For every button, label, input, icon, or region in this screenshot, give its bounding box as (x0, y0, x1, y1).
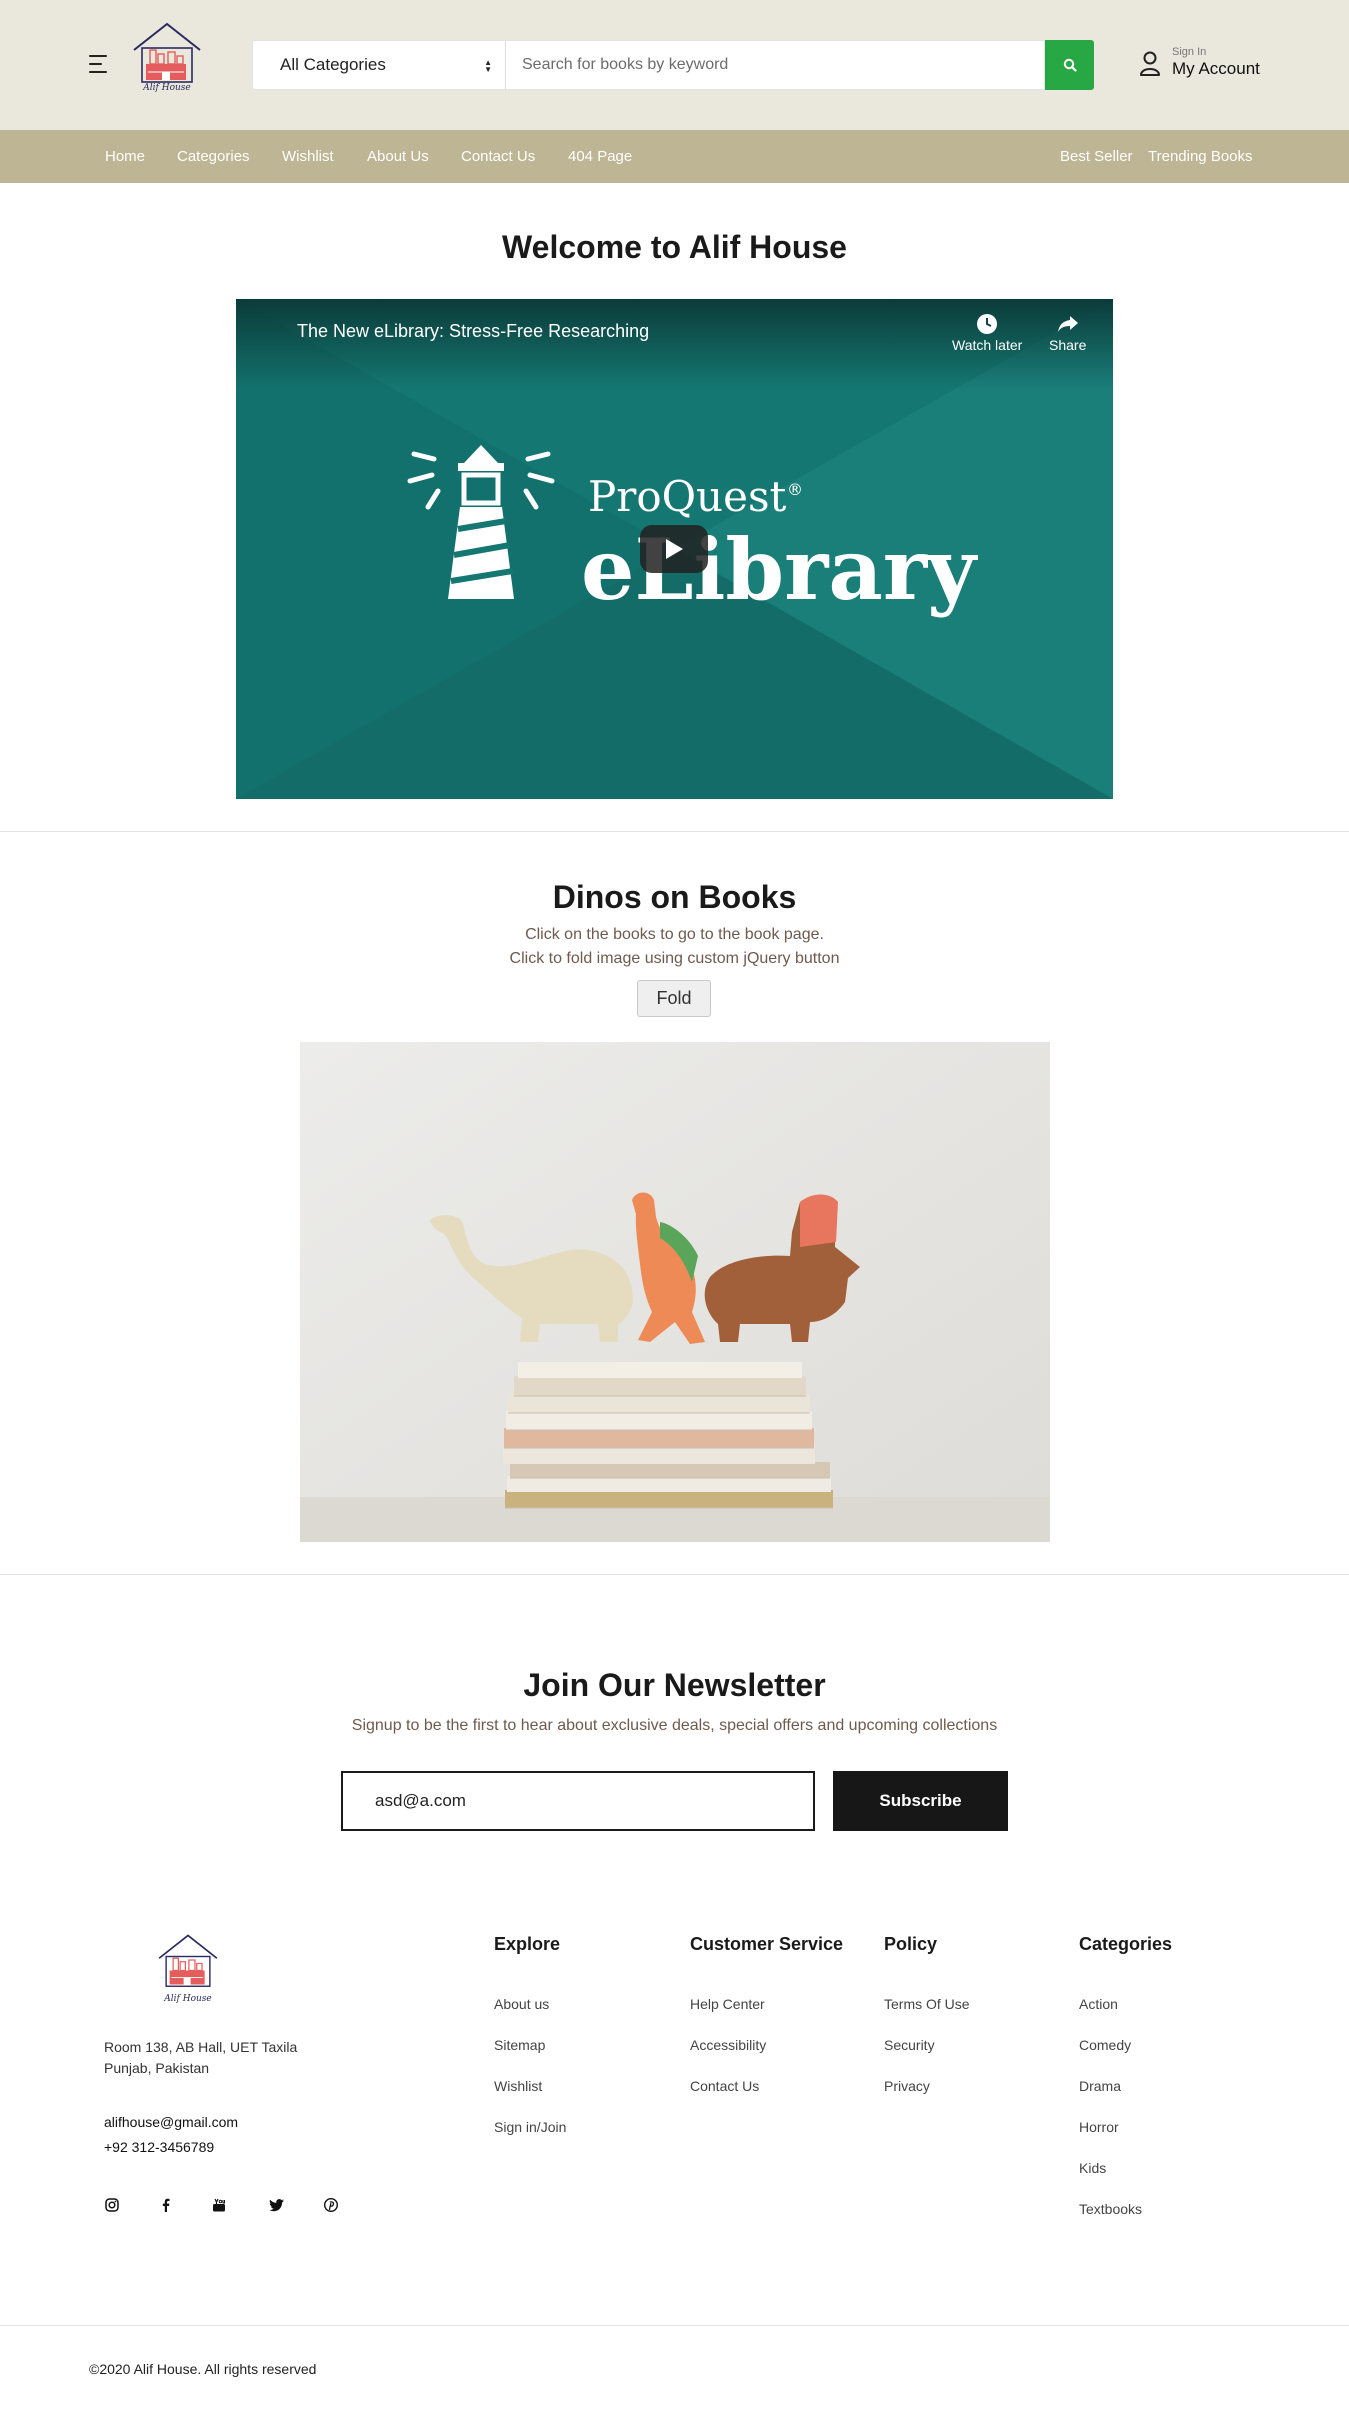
footer-phone[interactable]: +92 312-3456789 (104, 2139, 214, 2155)
nav-404-page[interactable]: 404 Page (568, 148, 632, 165)
copyright-text: ©2020 Alif House. All rights reserved (89, 2361, 317, 2377)
footer-link-wishlist[interactable]: Wishlist (494, 2078, 542, 2094)
footer-email[interactable]: alifhouse@gmail.com (104, 2114, 238, 2130)
footer-link-sitemap[interactable]: Sitemap (494, 2037, 545, 2053)
category-select-value: All Categories (280, 55, 386, 74)
footer-link-help-center[interactable]: Help Center (690, 1996, 765, 2012)
footer-link-accessibility[interactable]: Accessibility (690, 2037, 766, 2053)
nav-wishlist[interactable]: Wishlist (282, 148, 334, 165)
footer-link-drama[interactable]: Drama (1079, 2078, 1121, 2094)
brand-proquest-text: ProQuest (588, 472, 787, 521)
footer-link-textbooks[interactable]: Textbooks (1079, 2201, 1142, 2217)
svg-text:®: ® (787, 480, 803, 499)
sign-in-label: Sign In (1172, 46, 1207, 58)
nav-about-us[interactable]: About Us (367, 148, 429, 165)
user-icon (1140, 51, 1160, 76)
footer-link-action[interactable]: Action (1079, 1996, 1118, 2012)
nav-trending-books[interactable]: Trending Books (1148, 148, 1253, 165)
facebook-icon[interactable] (157, 2196, 175, 2214)
share-button[interactable]: Share (1049, 311, 1086, 353)
select-arrows-icon: ▲ ▼ (484, 58, 492, 74)
play-icon (666, 539, 683, 559)
my-account-label: My Account (1172, 59, 1260, 78)
welcome-title: Welcome to Alif House (502, 229, 847, 265)
footer-link-kids[interactable]: Kids (1079, 2160, 1106, 2176)
search-button[interactable] (1045, 40, 1094, 90)
nav-categories[interactable]: Categories (177, 148, 250, 165)
top-header: Alif House All Categories ▲▼ Sign In My … (0, 0, 1349, 130)
footer-link-privacy[interactable]: Privacy (884, 2078, 930, 2094)
search-icon (1063, 58, 1077, 72)
youtube-icon[interactable] (210, 2196, 228, 2214)
footer-link-security[interactable]: Security (884, 2037, 935, 2053)
footer-col-policy-title: Policy (884, 1934, 938, 1954)
footer-col-customer-service-title: Customer Service (690, 1934, 844, 1954)
address-line-2: Punjab, Pakistan (104, 2060, 210, 2076)
footer-logo-text: Alif House (164, 1994, 212, 2004)
footer-col-categories-title: Categories (1079, 1934, 1173, 1954)
instagram-icon[interactable] (103, 2196, 121, 2214)
footer-col-explore-title: Explore (494, 1934, 561, 1954)
dinos-on-books-image[interactable] (300, 1042, 1050, 1542)
section-divider (0, 831, 1349, 832)
pinterest-icon[interactable] (322, 2196, 340, 2214)
menu-toggle-icon[interactable] (89, 55, 111, 77)
video-embed[interactable]: ProQuest ® eLibrary The New eLibrary: St… (236, 299, 1113, 799)
account-text: Sign In My Account (1172, 46, 1260, 79)
nav-home[interactable]: Home (105, 148, 145, 165)
fold-button[interactable]: Fold (637, 980, 711, 1017)
share-icon (1057, 316, 1078, 332)
footer-link-terms[interactable]: Terms Of Use (884, 1996, 970, 2012)
dinos-line-2: Click to fold image using custom jQuery … (509, 950, 840, 967)
main-nav: Home Categories Wishlist About Us Contac… (0, 130, 1349, 183)
footer-link-contact-us[interactable]: Contact Us (690, 2078, 759, 2094)
footer-address: Room 138, AB Hall, UET Taxila Punjab, Pa… (104, 2037, 297, 2079)
footer-link-horror[interactable]: Horror (1079, 2119, 1119, 2135)
address-line-1: Room 138, AB Hall, UET Taxila (104, 2039, 298, 2055)
dinos-line-1: Click on the books to go to the book pag… (525, 926, 824, 943)
watch-later-button[interactable]: Watch later (952, 311, 1022, 353)
share-label: Share (1049, 337, 1087, 353)
footer-logo[interactable]: Alif House (153, 1932, 223, 2007)
logo-text: Alif House (143, 83, 191, 93)
site-logo[interactable]: Alif House (128, 20, 206, 100)
search-input[interactable] (505, 40, 1045, 90)
newsletter-email-input[interactable] (341, 1771, 815, 1831)
play-button[interactable] (640, 525, 708, 573)
watch-later-label: Watch later (952, 337, 1023, 353)
category-select[interactable]: All Categories ▲ ▼ (252, 40, 506, 90)
section-divider (0, 1574, 1349, 1575)
subscribe-button[interactable]: Subscribe (833, 1771, 1008, 1831)
dinos-title: Dinos on Books (552, 879, 797, 915)
newsletter-title: Join Our Newsletter (523, 1667, 826, 1703)
footer-link-sign-in[interactable]: Sign in/Join (494, 2119, 566, 2135)
footer-link-about-us[interactable]: About us (494, 1996, 549, 2012)
twitter-icon[interactable] (267, 2196, 285, 2214)
footer-link-comedy[interactable]: Comedy (1079, 2037, 1131, 2053)
footer-divider (0, 2325, 1349, 2326)
nav-best-seller[interactable]: Best Seller (1060, 148, 1133, 165)
video-title[interactable]: The New eLibrary: Stress-Free Researchin… (297, 321, 649, 342)
newsletter-subtitle: Signup to be the first to hear about exc… (351, 1717, 998, 1734)
account-link[interactable]: Sign In My Account (1138, 46, 1260, 79)
clock-icon (977, 314, 998, 334)
nav-contact-us[interactable]: Contact Us (461, 148, 535, 165)
